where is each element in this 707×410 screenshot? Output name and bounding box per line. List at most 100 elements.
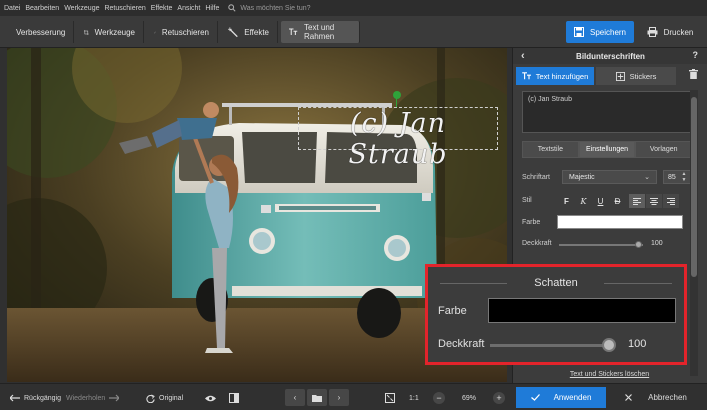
close-icon (625, 394, 633, 401)
zoom-level: 69% (461, 394, 476, 402)
floppy-icon (573, 27, 584, 37)
italic-button[interactable]: K (576, 194, 591, 208)
panel-header: ‹ Bildunterschriften ? (513, 48, 707, 64)
font-size-stepper[interactable]: ▲ ▼ (677, 170, 691, 184)
redo-button[interactable]: Wiederholen (66, 390, 123, 406)
align-center-button[interactable] (646, 194, 662, 208)
tool-label: Retuschieren (161, 27, 209, 37)
opacity-slider-thumb[interactable] (635, 241, 642, 248)
search-placeholder: Was möchten Sie tun? (240, 4, 311, 12)
tool-verbesserung[interactable]: Verbesserung (2, 21, 74, 43)
search-field[interactable]: Was möchten Sie tun? (228, 4, 311, 12)
menu-werkzeuge[interactable]: Werkzeuge (64, 5, 99, 12)
subtab-einstellungen[interactable]: Einstellungen (578, 141, 636, 158)
shadow-color-swatch[interactable] (488, 298, 676, 323)
help-icon[interactable]: ? (693, 50, 699, 60)
sticker-icon (615, 71, 625, 81)
rotation-handle[interactable] (393, 91, 401, 99)
preview-eye-button[interactable] (205, 390, 220, 406)
main-toolbar: Verbesserung Werkzeuge Retuschieren Effe… (0, 16, 707, 48)
undo-button[interactable]: Rückgängig (10, 390, 61, 406)
save-button[interactable]: Speichern (566, 21, 634, 43)
tool-label: Effekte (244, 27, 269, 37)
menu-hilfe[interactable]: Hilfe (205, 5, 219, 12)
zoom-out-button[interactable]: − (433, 392, 445, 404)
panel-scrollbar[interactable] (690, 90, 698, 376)
tool-effekte[interactable]: Effekte (220, 21, 278, 43)
original-label: Original (159, 394, 184, 402)
tab-stickers[interactable]: Stickers (596, 67, 676, 85)
redo-label: Wiederholen (66, 394, 106, 402)
tool-text-und-rahmen[interactable]: Text und Rahmen (281, 21, 360, 43)
printer-icon (647, 27, 658, 37)
actual-size-button[interactable]: 1:1 (409, 390, 419, 406)
print-button[interactable]: Drucken (638, 21, 702, 43)
magic-wand-icon (228, 26, 238, 37)
chevron-down-icon: ⌄ (644, 174, 650, 181)
cancel-button[interactable]: Abbrechen (608, 387, 704, 408)
shadow-opacity-value: 100 (628, 338, 647, 350)
text-color-swatch[interactable] (557, 215, 683, 229)
underline-button[interactable]: U (593, 194, 608, 208)
align-left-icon (633, 197, 641, 205)
panel-title: Bildunterschriften (576, 51, 645, 61)
text-icon (289, 28, 298, 35)
eye-icon (205, 395, 216, 401)
chevron-left-icon: ‹ (293, 393, 297, 402)
watermark-text[interactable]: (c) Jan Straub (298, 108, 498, 170)
rotation-handle-line (396, 98, 397, 107)
divider (604, 283, 672, 284)
trash-icon[interactable] (689, 69, 698, 79)
align-center-icon (650, 197, 658, 205)
zoom-in-button[interactable]: + (493, 392, 505, 404)
text-icon (521, 72, 531, 80)
tab-add-text[interactable]: Text hinzufügen (516, 67, 594, 85)
crop-icon (84, 29, 89, 35)
fit-screen-icon (385, 393, 395, 403)
navigation-buttons: ‹ › (285, 389, 351, 406)
color-label: Farbe (522, 219, 541, 226)
subtab-textstile[interactable]: Textstile (522, 141, 579, 158)
bold-button[interactable]: F (559, 194, 574, 208)
compare-button[interactable] (229, 390, 243, 406)
menu-bar: Datei Bearbeiten Werkzeuge Retuschieren … (0, 0, 707, 16)
previous-button[interactable]: ‹ (285, 389, 305, 406)
menu-ansicht[interactable]: Ansicht (177, 5, 200, 12)
align-right-button[interactable] (663, 194, 679, 208)
menu-datei[interactable]: Datei (4, 5, 20, 12)
panel-scroll-thumb[interactable] (691, 97, 697, 277)
tab-stickers-label: Stickers (629, 71, 657, 81)
apply-button[interactable]: Anwenden (516, 387, 606, 408)
tool-label: Werkzeuge (94, 27, 135, 37)
tool-retuschieren[interactable]: Retuschieren (146, 21, 218, 43)
font-select[interactable]: Majestic ⌄ (562, 170, 657, 184)
shadow-opacity-slider-thumb[interactable] (602, 338, 616, 352)
redo-arrow-icon (109, 394, 120, 402)
zoom-control: − 69% + (433, 390, 505, 406)
menu-retuschieren[interactable]: Retuschieren (104, 5, 145, 12)
rotate-icon (146, 393, 155, 403)
align-left-button[interactable] (629, 194, 645, 208)
style-buttons: F K U Ð (559, 194, 627, 208)
menu-effekte[interactable]: Effekte (151, 5, 173, 12)
tool-werkzeuge[interactable]: Werkzeuge (76, 21, 144, 43)
opacity-label: Deckkraft (522, 240, 552, 247)
save-label: Speichern (589, 27, 627, 37)
caption-text-input[interactable]: (c) Jan Straub (522, 91, 697, 133)
opacity-slider-track[interactable] (559, 244, 643, 246)
fit-screen-button[interactable] (385, 390, 399, 406)
cancel-label: Abbrechen (648, 393, 687, 402)
shadow-opacity-slider-track[interactable] (490, 344, 610, 347)
delete-text-stickers-link[interactable]: Text und Stickers löschen (512, 371, 707, 383)
original-button[interactable]: Original (146, 390, 183, 406)
font-select-value: Majestic (569, 173, 595, 181)
next-button[interactable]: › (329, 389, 349, 406)
subtab-vorlagen[interactable]: Vorlagen (635, 141, 693, 158)
compare-icon (229, 393, 239, 403)
strikethrough-button[interactable]: Ð (610, 194, 625, 208)
menu-bearbeiten[interactable]: Bearbeiten (25, 5, 59, 12)
back-arrow-icon[interactable]: ‹ (521, 50, 525, 62)
tab-add-text-label: Text hinzufügen (535, 71, 589, 81)
folder-button[interactable] (307, 389, 327, 406)
opacity-value: 100 (651, 240, 663, 247)
